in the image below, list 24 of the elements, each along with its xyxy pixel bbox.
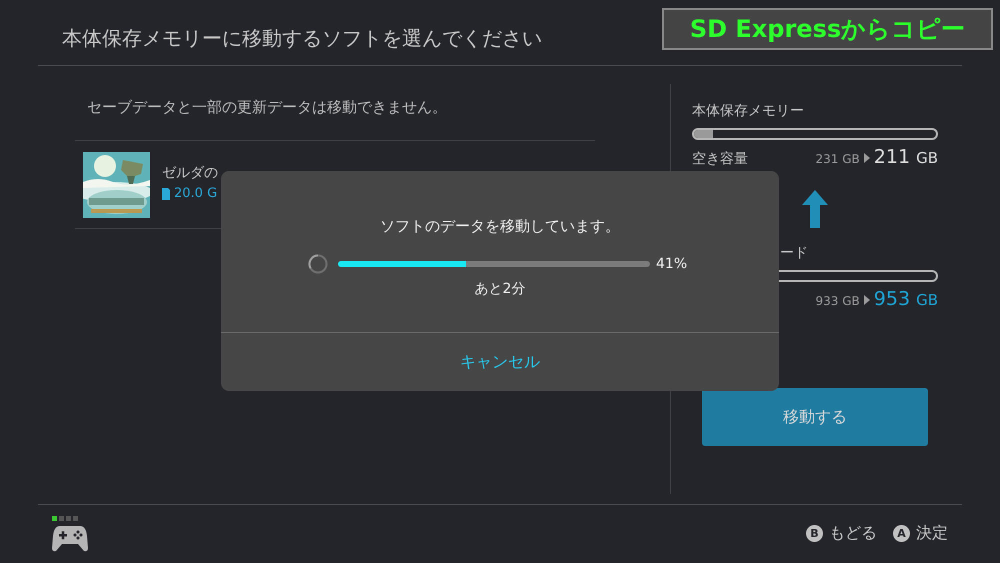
time-remaining: あと2分 [474,280,526,298]
dialog-message: ソフトのデータを移動しています。 [380,217,620,236]
storage-label: 本体保存メモリー [692,102,804,120]
memory-card-icon [162,188,170,200]
previous-capacity: 231 GB [816,152,860,166]
software-title: ゼルダの [162,164,218,182]
up-arrow-icon [802,190,828,228]
storage-label: ード [780,244,808,262]
progress-percent: 41% [656,256,688,272]
controller-icon[interactable] [52,524,88,552]
new-capacity: 953 GB [874,288,938,310]
arrowhead-icon [864,295,870,305]
previous-capacity: 933 GB [816,294,860,308]
new-capacity: 211 GB [874,146,938,168]
notice-text: セーブデータと一部の更新データは移動できません。 [75,84,595,141]
free-space-label: 空き容量 [692,150,748,168]
caption: SD Expressからコピー [662,8,993,50]
arrowhead-icon [864,153,870,163]
footer-button[interactable]: B もどる [806,523,877,544]
cancel-button[interactable]: キャンセル [452,348,548,376]
software-size: 20.0 G [174,186,218,201]
spinner-icon [308,254,328,274]
footer-button[interactable]: A 決定 [893,523,948,544]
screen-title: 本体保存メモリーに移動するソフトを選んでください [62,25,542,52]
